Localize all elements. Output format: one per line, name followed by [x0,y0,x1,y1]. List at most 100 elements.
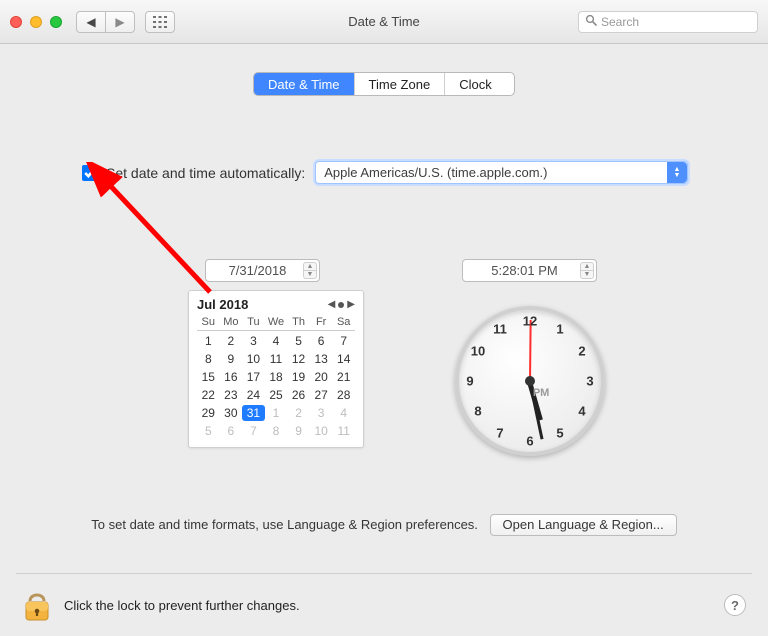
tab-time-zone[interactable]: Time Zone [355,73,446,95]
stepper-down-icon[interactable]: ▼ [580,270,594,279]
calendar-dow: Fr [310,316,333,331]
clock-numeral: 6 [526,434,533,449]
calendar-month-label: Jul 2018 [197,297,248,312]
clock-numeral: 4 [578,404,585,419]
calendar-day[interactable]: 4 [332,405,355,421]
calendar-day[interactable]: 3 [310,405,333,421]
prefs-tabs: Date & Time Time Zone Clock [253,72,515,96]
divider [16,573,752,574]
calendar-day[interactable]: 26 [287,387,310,403]
calendar-prev-button[interactable]: ◀ [328,299,336,310]
calendar-day[interactable]: 30 [220,405,243,421]
search-field[interactable]: Search [578,11,758,33]
tab-clock[interactable]: Clock [445,73,506,95]
calendar-dow: Tu [242,316,265,331]
calendar-day[interactable]: 19 [287,369,310,385]
calendar-day[interactable]: 8 [197,351,220,367]
calendar-next-button[interactable]: ▶ [347,299,355,310]
titlebar: ◀ ▶ Date & Time Search [0,0,768,44]
help-button[interactable]: ? [724,594,746,616]
minimize-window-button[interactable] [30,16,42,28]
formats-note: To set date and time formats, use Langua… [91,517,478,532]
calendar-day[interactable]: 13 [310,351,333,367]
clock-numeral: 1 [556,322,563,337]
calendar-day[interactable]: 21 [332,369,355,385]
date-stepper[interactable]: ▲ ▼ [303,262,317,279]
clock-numeral: 12 [523,314,537,329]
calendar-day[interactable]: 17 [242,369,265,385]
calendar-day[interactable]: 6 [310,333,333,349]
lock-icon[interactable] [22,588,52,622]
calendar-day[interactable]: 25 [265,387,288,403]
calendar-day[interactable]: 2 [287,405,310,421]
time-server-select[interactable]: Apple Americas/U.S. (time.apple.com.) ▲▼ [315,161,688,184]
clock-numeral: 2 [578,344,585,359]
tab-date-time[interactable]: Date & Time [254,73,355,95]
clock-numeral: 3 [586,374,593,389]
calendar-day[interactable]: 11 [265,351,288,367]
calendar-day[interactable]: 18 [265,369,288,385]
clock-numeral: 10 [471,344,485,359]
calendar-day[interactable]: 8 [265,423,288,439]
time-server-value: Apple Americas/U.S. (time.apple.com.) [324,165,547,180]
lock-row: Click the lock to prevent further change… [22,588,746,622]
calendar-dow: Mo [220,316,243,331]
calendar-today-button[interactable] [338,302,344,308]
calendar-day[interactable]: 9 [220,351,243,367]
time-value: 5:28:01 PM [491,263,558,278]
search-placeholder: Search [601,15,751,29]
back-button[interactable]: ◀ [76,11,106,33]
calendar-day[interactable]: 2 [220,333,243,349]
calendar-day[interactable]: 14 [332,351,355,367]
clock-numeral: 8 [474,404,481,419]
zoom-window-button[interactable] [50,16,62,28]
formats-note-row: To set date and time formats, use Langua… [0,514,768,536]
calendar-day[interactable]: 10 [242,351,265,367]
auto-set-checkbox[interactable] [82,165,98,181]
calendar-day[interactable]: 7 [332,333,355,349]
calendar-dow: Sa [332,316,355,331]
calendar-day[interactable]: 22 [197,387,220,403]
calendar-day[interactable]: 9 [287,423,310,439]
calendar-day[interactable]: 3 [242,333,265,349]
calendar-day[interactable]: 10 [310,423,333,439]
auto-set-row: Set date and time automatically: Apple A… [82,161,688,184]
calendar-day[interactable]: 1 [197,333,220,349]
calendar-day[interactable]: 20 [310,369,333,385]
time-field[interactable]: 5:28:01 PM ▲ ▼ [462,259,597,282]
calendar-day[interactable]: 5 [197,423,220,439]
calendar-day[interactable]: 1 [265,405,288,421]
open-language-region-button[interactable]: Open Language & Region... [490,514,677,536]
search-icon [585,14,597,29]
window-controls [10,16,62,28]
clock-pivot [525,376,535,386]
stepper-down-icon[interactable]: ▼ [303,270,317,279]
analog-clock: PM 123456789101112 [445,296,615,466]
calendar-day[interactable]: 28 [332,387,355,403]
calendar[interactable]: Jul 2018 ◀ ▶ SuMoTuWeThFrSa1234567891011… [188,290,364,448]
calendar-day[interactable]: 11 [332,423,355,439]
calendar-day[interactable]: 29 [197,405,220,421]
calendar-day[interactable]: 31 [242,405,265,421]
close-window-button[interactable] [10,16,22,28]
clock-numeral: 5 [556,425,563,440]
time-stepper[interactable]: ▲ ▼ [580,262,594,279]
calendar-dow: Su [197,316,220,331]
calendar-dow: Th [287,316,310,331]
calendar-day[interactable]: 27 [310,387,333,403]
calendar-day[interactable]: 24 [242,387,265,403]
calendar-day[interactable]: 23 [220,387,243,403]
show-all-button[interactable] [145,11,175,33]
calendar-day[interactable]: 4 [265,333,288,349]
clock-numeral: 9 [466,374,473,389]
date-field[interactable]: 7/31/2018 ▲ ▼ [205,259,320,282]
calendar-day[interactable]: 15 [197,369,220,385]
calendar-day[interactable]: 16 [220,369,243,385]
calendar-day[interactable]: 12 [287,351,310,367]
calendar-day[interactable]: 5 [287,333,310,349]
forward-button[interactable]: ▶ [105,11,135,33]
date-value: 7/31/2018 [229,263,287,278]
auto-set-label: Set date and time automatically: [106,165,305,181]
calendar-day[interactable]: 7 [242,423,265,439]
calendar-day[interactable]: 6 [220,423,243,439]
